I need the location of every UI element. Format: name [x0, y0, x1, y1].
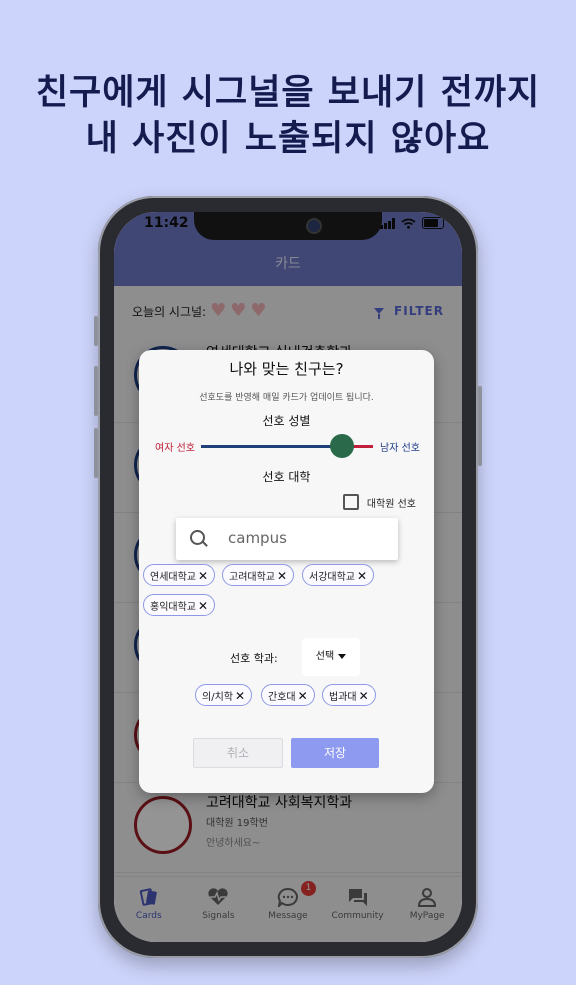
chip-label: 고려대학교: [229, 572, 275, 583]
close-icon[interactable]: ✕: [198, 599, 208, 613]
phone-screen: 11:42 카드 오늘의 시그널: ♥ ♥ ♥ FILTER 고려대학교 사회복…: [114, 212, 462, 942]
chip-label: 법과대: [329, 692, 357, 703]
chip-label: 홍익대학교: [150, 602, 196, 613]
chip-label: 의/치학: [202, 692, 233, 703]
department-chip[interactable]: 법과대 ✕: [322, 684, 376, 706]
close-icon[interactable]: ✕: [359, 689, 369, 703]
phone-frame: 11:42 카드 오늘의 시그널: ♥ ♥ ♥ FILTER 고려대학교 사회복…: [94, 196, 482, 958]
phone-volume-up: [94, 366, 98, 416]
camera-icon: [306, 218, 322, 234]
gender-label: 선호 성별: [262, 414, 311, 428]
close-icon[interactable]: ✕: [198, 569, 208, 583]
search-icon: [190, 530, 205, 545]
chip-label: 연세대학교: [150, 572, 196, 583]
dialog-title: 나와 맞는 친구는?: [229, 360, 344, 378]
university-chip[interactable]: 홍익대학교 ✕: [143, 594, 216, 616]
university-chip[interactable]: 서강대학교 ✕: [302, 564, 375, 586]
phone-volume-down: [94, 428, 98, 478]
phone-side-button: [94, 316, 98, 346]
graduate-checkbox-row[interactable]: 대학원 선호: [342, 494, 416, 510]
university-search-box[interactable]: [176, 518, 398, 560]
chip-label: 간호대: [268, 692, 296, 703]
department-chip[interactable]: 의/치학 ✕: [195, 684, 253, 706]
slider-left-label: 여자 선호: [155, 443, 195, 454]
department-label: 선호 학과:: [230, 652, 278, 665]
graduate-checkbox[interactable]: [342, 494, 359, 510]
headline-line-1: 친구에게 시그널을 보내기 전까지: [35, 73, 541, 113]
phone-power-button: [478, 386, 482, 466]
slider-right-label: 남자 선호: [380, 443, 420, 454]
select-value: 선택: [315, 651, 335, 662]
chevron-down-icon: [338, 653, 347, 659]
gender-slider-handle[interactable]: [330, 434, 354, 458]
notch: [194, 212, 382, 240]
close-icon[interactable]: ✕: [235, 689, 245, 703]
headline-line-2: 내 사진이 노출되지 않아요: [85, 119, 491, 159]
close-icon[interactable]: ✕: [357, 569, 367, 583]
chip-label: 서강대학교: [309, 572, 355, 583]
university-chip[interactable]: 연세대학교 ✕: [143, 564, 216, 586]
close-icon[interactable]: ✕: [277, 569, 287, 583]
close-icon[interactable]: ✕: [298, 689, 308, 703]
save-button[interactable]: 저장: [291, 738, 379, 768]
department-select[interactable]: 선택: [302, 638, 360, 676]
cancel-button[interactable]: 취소: [193, 738, 283, 768]
search-input[interactable]: [226, 528, 390, 548]
graduate-label: 대학원 선호: [366, 498, 416, 510]
preference-dialog: 나와 맞는 친구는? 선호도를 반영해 매일 카드가 업데이트 됩니다. 선호 …: [139, 350, 434, 793]
headline: 친구에게 시그널을 보내기 전까지 내 사진이 노출되지 않아요: [0, 70, 576, 162]
university-label: 선호 대학: [262, 470, 311, 484]
department-chip[interactable]: 간호대 ✕: [261, 684, 315, 706]
dialog-subtitle: 선호도를 반영해 매일 카드가 업데이트 됩니다.: [199, 393, 374, 403]
university-chip[interactable]: 고려대학교 ✕: [222, 564, 295, 586]
